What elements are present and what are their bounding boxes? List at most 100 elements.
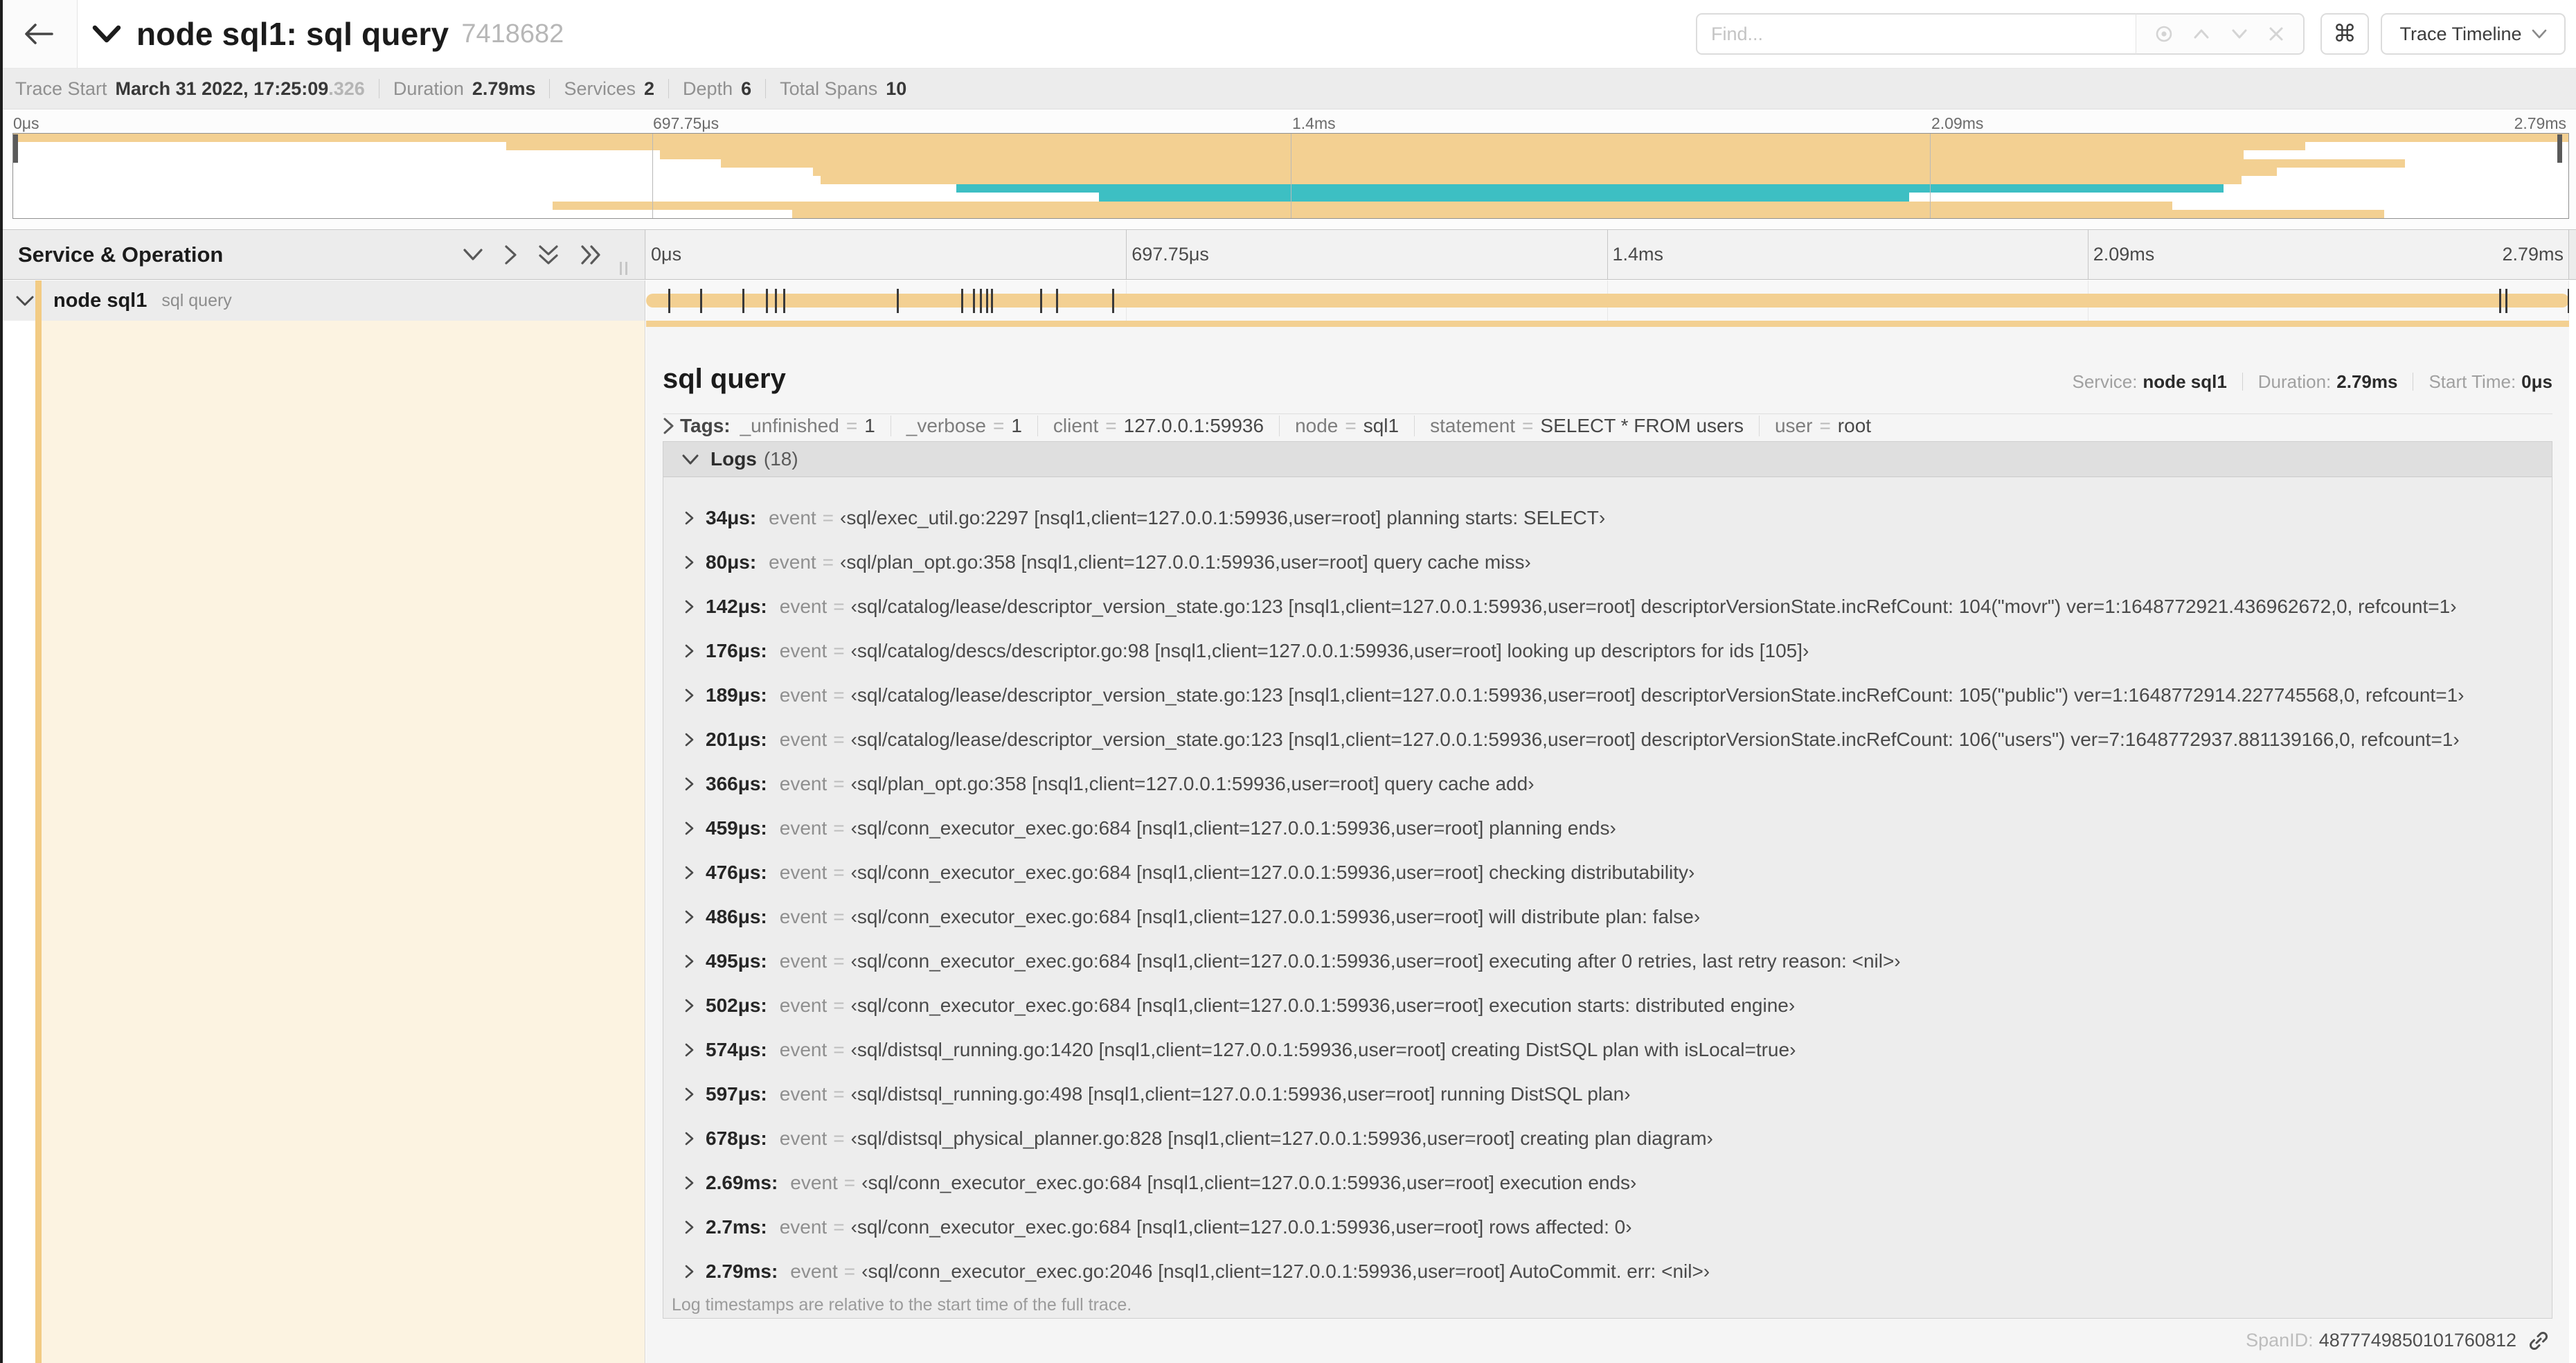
tags-accordion[interactable]: Tags: _unfinished = 1 _verbose = 1 client = 127.… — [663, 413, 2552, 438]
span-service-name: node sql1 — [53, 289, 147, 312]
log-marker[interactable] — [699, 289, 702, 313]
chevron-right-icon — [684, 776, 695, 792]
deep-link-icon[interactable] — [2528, 1330, 2550, 1352]
collapse-all-icon[interactable] — [538, 244, 559, 266]
span-id-label: SpanID: — [2246, 1330, 2314, 1351]
log-marker[interactable] — [1111, 289, 1114, 313]
detail-accent-stripe[interactable] — [35, 321, 42, 1363]
log-row[interactable]: 176μs: event = ‹sql/catalog/descs/descripto… — [663, 629, 2552, 673]
log-row[interactable]: 201μs: event = ‹sql/catalog/lease/descripto… — [663, 718, 2552, 762]
log-row[interactable]: 486μs: event = ‹sql/conn_executor_exec.go:6… — [663, 895, 2552, 939]
log-marker[interactable] — [766, 289, 769, 313]
log-field-value: ‹sql/conn_executor_exec.go:684 [nsql1,cl… — [850, 1216, 1632, 1238]
log-marker[interactable] — [972, 289, 975, 313]
log-row[interactable]: 574μs: event = ‹sql/distsql_running.go:1420… — [663, 1028, 2552, 1072]
expand-all-icon[interactable] — [580, 244, 602, 265]
divider — [549, 79, 551, 98]
divider — [1279, 416, 1280, 436]
meta-value: 0μs — [2521, 371, 2552, 392]
log-field-key: event — [779, 950, 828, 972]
trace-view-selector[interactable]: Trace Timeline — [2381, 13, 2566, 55]
tag-item[interactable]: statement = SELECT * FROM users — [1430, 415, 1744, 437]
minimap-canvas[interactable] — [12, 133, 2569, 219]
chevron-down-icon — [682, 454, 699, 464]
trace-collapse-toggle[interactable] — [92, 24, 121, 44]
log-timestamp: 459μs: — [706, 817, 767, 839]
back-button[interactable] — [0, 0, 78, 68]
log-row[interactable]: 502μs: event = ‹sql/conn_executor_exec.go:6… — [663, 983, 2552, 1028]
log-marker[interactable] — [990, 289, 993, 313]
span-name-cell[interactable]: node sql1 sql query — [0, 280, 645, 321]
log-marker[interactable] — [775, 289, 777, 313]
log-row[interactable]: 189μs: event = ‹sql/catalog/lease/descripto… — [663, 673, 2552, 718]
log-field-value: ‹sql/distsql_physical_planner.go:828 [ns… — [850, 1128, 1713, 1149]
log-marker[interactable] — [960, 289, 963, 313]
minimap-gridline — [652, 134, 653, 218]
log-marker[interactable] — [1056, 289, 1059, 313]
chevron-right-icon — [684, 998, 695, 1013]
log-marker[interactable] — [979, 289, 982, 313]
log-marker[interactable] — [782, 289, 785, 313]
log-row[interactable]: 476μs: event = ‹sql/conn_executor_exec.go:6… — [663, 850, 2552, 895]
log-row[interactable]: 2.79ms: event = ‹sql/conn_executor_exec.go:… — [663, 1249, 2552, 1294]
tag-item[interactable]: _verbose = 1 — [906, 415, 1022, 437]
service-operation-header: Service & Operation — [18, 242, 224, 267]
log-row[interactable]: 366μs: event = ‹sql/plan_opt.go:358 [nsql1,… — [663, 762, 2552, 806]
log-equals: = — [833, 729, 845, 750]
keyboard-shortcuts-button[interactable]: ⌘ — [2320, 13, 2369, 55]
log-marker[interactable] — [1040, 289, 1043, 313]
logs-header[interactable]: Logs (18) — [663, 442, 2552, 477]
log-row[interactable]: 142μs: event = ‹sql/catalog/lease/descripto… — [663, 585, 2552, 629]
tag-item[interactable]: client = 127.0.0.1:59936 — [1053, 415, 1264, 437]
minimap-span-bar — [721, 159, 2405, 168]
minimap-span-bar — [659, 150, 2244, 159]
log-row[interactable]: 459μs: event = ‹sql/conn_executor_exec.go:6… — [663, 806, 2552, 850]
log-marker[interactable] — [742, 289, 745, 313]
minimap-span-bar — [792, 209, 2385, 218]
collapse-one-icon[interactable] — [463, 248, 483, 261]
log-row[interactable]: 2.69ms: event = ‹sql/conn_executor_exec.go:… — [663, 1161, 2552, 1205]
span-operation-name: sql query — [161, 290, 232, 310]
trace-view-selector-label: Trace Timeline — [2399, 23, 2522, 44]
chevron-right-icon — [684, 1131, 695, 1146]
log-marker[interactable] — [2568, 289, 2569, 313]
log-row[interactable]: 678μs: event = ‹sql/distsql_physical_planne… — [663, 1116, 2552, 1161]
span-bar-track[interactable] — [646, 280, 2569, 321]
log-timestamp: 2.7ms: — [706, 1216, 767, 1238]
log-row[interactable]: 2.7ms: event = ‹sql/conn_executor_exec.go:6… — [663, 1205, 2552, 1249]
prev-result-icon[interactable] — [2191, 24, 2212, 44]
log-marker[interactable] — [2505, 289, 2508, 313]
find-group — [1696, 13, 2305, 55]
column-resizer[interactable] — [620, 262, 632, 275]
divider — [1414, 416, 1415, 436]
log-timestamp: 502μs: — [706, 995, 767, 1016]
viewport-right-handle[interactable] — [2557, 134, 2562, 163]
tag-item[interactable]: user = root — [1775, 415, 1871, 437]
log-marker[interactable] — [2498, 289, 2501, 313]
logs-title: Logs — [710, 448, 757, 470]
next-result-icon[interactable] — [2229, 24, 2250, 44]
expand-one-icon[interactable] — [504, 244, 517, 265]
tag-item[interactable]: node = sql1 — [1295, 415, 1399, 437]
tag-item[interactable]: _unfinished = 1 — [740, 415, 875, 437]
span-row[interactable]: node sql1 sql query — [0, 280, 2576, 321]
log-field-value: ‹sql/exec_util.go:2297 [nsql1,client=127… — [840, 507, 1606, 528]
log-row[interactable]: 495μs: event = ‹sql/conn_executor_exec.go:6… — [663, 939, 2552, 983]
log-marker[interactable] — [668, 289, 670, 313]
log-row[interactable]: 597μs: event = ‹sql/distsql_running.go:498 … — [663, 1072, 2552, 1116]
span-duration-bar[interactable] — [646, 294, 2569, 308]
log-row[interactable]: 34μs: event = ‹sql/exec_util.go:2297 [nsql1… — [663, 496, 2552, 540]
log-marker[interactable] — [897, 289, 900, 313]
focus-icon[interactable] — [2154, 24, 2174, 44]
log-field-value: ‹sql/distsql_running.go:1420 [nsql1,clie… — [850, 1039, 1796, 1060]
log-equals: = — [833, 1039, 845, 1060]
log-marker[interactable] — [985, 289, 988, 313]
clear-find-icon[interactable] — [2266, 24, 2286, 44]
log-timestamp: 574μs: — [706, 1039, 767, 1060]
log-row[interactable]: 80μs: event = ‹sql/plan_opt.go:358 [nsql1,c… — [663, 540, 2552, 585]
span-collapse-chevron[interactable] — [15, 295, 35, 307]
span-detail-meta: Service: node sql1 Duration: 2.79ms Start Ti… — [2073, 368, 2553, 395]
viewport-left-handle[interactable] — [13, 134, 18, 163]
find-input[interactable] — [1696, 13, 2136, 55]
log-field-value: ‹sql/plan_opt.go:358 [nsql1,client=127.0… — [840, 551, 1531, 573]
